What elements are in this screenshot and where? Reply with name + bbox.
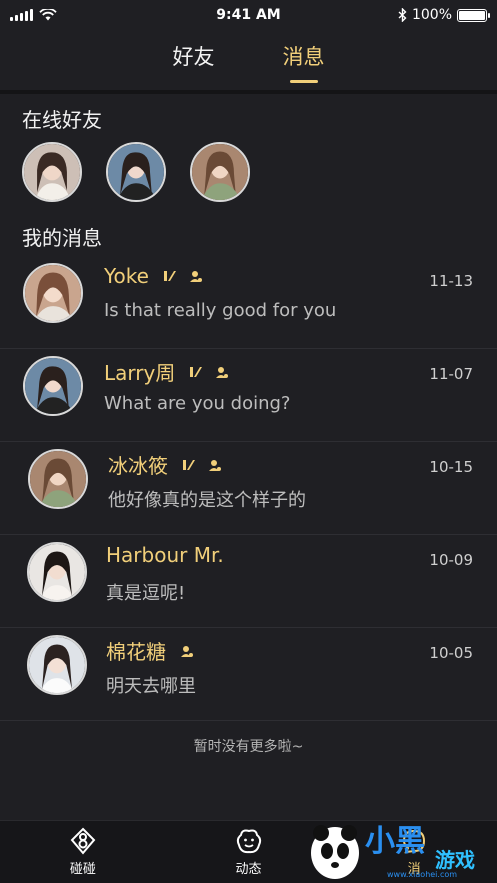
svg-text:www.xiaohei.com: www.xiaohei.com xyxy=(387,870,457,879)
contact-name: 冰冰筱 xyxy=(108,454,168,478)
message-preview: 真是逗呢! xyxy=(106,583,186,604)
badge-group xyxy=(182,458,222,472)
message-date: 10-05 xyxy=(429,644,473,662)
bluetooth-icon xyxy=(398,8,407,22)
contact-name: Harbour Mr. xyxy=(106,543,224,567)
watermark-logo: 小黑 游戏 www.xiaohei.com xyxy=(311,824,475,879)
user-badge-icon xyxy=(209,459,221,471)
status-bar: 9:41 AM 100% xyxy=(0,0,497,30)
message-item[interactable]: Larry周 What are you doing? 11-07 xyxy=(0,349,497,442)
contact-name: 棉花糖 xyxy=(106,640,166,664)
message-preview: 他好像真的是这个样子的 xyxy=(108,490,306,511)
online-friend-avatar[interactable] xyxy=(190,142,250,202)
logo-icon xyxy=(70,827,96,855)
user-badge-icon xyxy=(181,645,193,657)
contact-name-row: Harbour Mr. xyxy=(106,543,224,567)
vip-icon xyxy=(183,459,195,470)
header-divider xyxy=(0,90,497,94)
vip-icon xyxy=(190,366,203,377)
contact-avatar[interactable] xyxy=(28,449,88,509)
contact-name: Yoke xyxy=(104,264,149,288)
message-item[interactable]: 棉花糖 明天去哪里 10-05 xyxy=(0,628,497,721)
battery-icon xyxy=(457,8,490,22)
contact-name-row: Larry周 xyxy=(104,357,229,386)
contact-name-row: 棉花糖 xyxy=(106,636,194,665)
message-item[interactable]: 冰冰筱 他好像真的是这个样子的 10-15 xyxy=(0,442,497,535)
message-date: 11-07 xyxy=(429,365,473,383)
message-preview: 明天去哪里 xyxy=(106,676,196,697)
online-friends-title: 在线好友 xyxy=(22,108,102,132)
top-tabs: 好友 消息 xyxy=(0,30,497,88)
svg-text:小黑: 小黑 xyxy=(365,824,425,859)
wifi-icon xyxy=(39,9,57,21)
no-more-note: 暂时没有更多啦~ xyxy=(193,739,304,755)
battery-percent: 100% xyxy=(411,7,452,23)
contact-name: Larry周 xyxy=(104,361,176,385)
badge-group xyxy=(189,365,229,379)
my-messages-title: 我的消息 xyxy=(22,226,102,250)
online-friend-avatar[interactable] xyxy=(106,142,166,202)
contact-name-row: Yoke xyxy=(104,264,203,288)
vip-icon xyxy=(163,271,176,281)
svg-text:游戏: 游戏 xyxy=(435,848,475,872)
contact-avatar[interactable] xyxy=(23,263,83,323)
contact-avatar[interactable] xyxy=(23,356,83,416)
online-friend-avatar[interactable] xyxy=(22,142,82,202)
tab-friends[interactable]: 好友 xyxy=(173,41,215,77)
message-date: 10-09 xyxy=(429,551,473,569)
contact-name-row: 冰冰筱 xyxy=(108,450,222,479)
badge-group xyxy=(180,644,194,658)
signal-icon xyxy=(10,9,33,21)
contact-avatar[interactable] xyxy=(27,542,87,602)
nav-pengpeng[interactable]: 碰碰 xyxy=(0,821,166,883)
status-left xyxy=(10,9,57,21)
message-preview: What are you doing? xyxy=(104,393,291,414)
message-list: Yoke Is that really good for you 11-13 L… xyxy=(0,256,497,721)
message-item[interactable]: Yoke Is that really good for you 11-13 xyxy=(0,256,497,349)
online-friends-list xyxy=(22,142,250,202)
badge-group xyxy=(163,269,203,283)
message-date: 11-13 xyxy=(429,272,473,290)
message-item[interactable]: Harbour Mr. 真是逗呢! 10-09 xyxy=(0,535,497,628)
nav-label: 碰碰 xyxy=(69,862,96,877)
status-time: 9:41 AM xyxy=(216,7,281,23)
message-preview: Is that really good for you xyxy=(104,300,337,321)
user-badge-icon xyxy=(216,366,229,378)
smiley-icon xyxy=(236,829,261,854)
contact-avatar[interactable] xyxy=(27,635,87,695)
message-date: 10-15 xyxy=(429,458,473,476)
user-badge-icon xyxy=(189,271,202,282)
tab-messages[interactable]: 消息 xyxy=(283,41,325,77)
status-right: 100% xyxy=(398,7,490,23)
nav-label: 动态 xyxy=(235,862,262,877)
